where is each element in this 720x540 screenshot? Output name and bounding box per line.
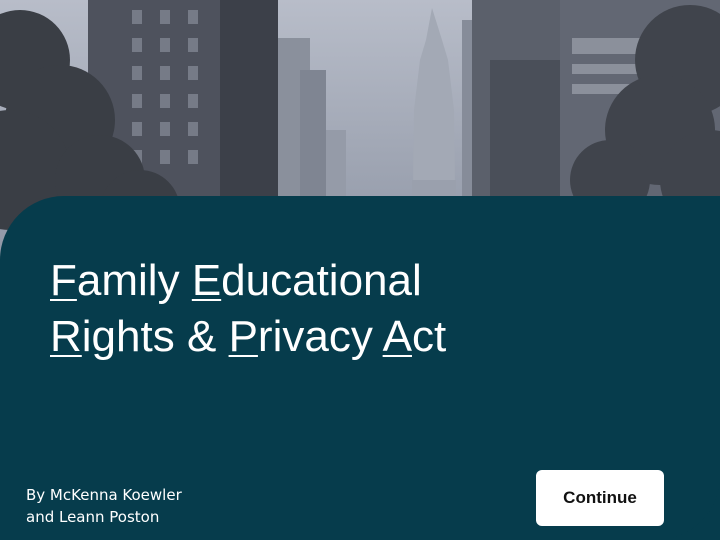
title-word: Act	[373, 312, 447, 361]
title-slide: Family Educational Rights & Privacy Act By M…	[0, 0, 720, 540]
title-word: Privacy	[216, 312, 373, 361]
title-initial: P	[228, 312, 258, 361]
title-initial: F	[50, 256, 77, 305]
title-line-2: Rights & Privacy Act	[50, 309, 446, 365]
title-initial: A	[382, 312, 412, 361]
title-word-rest: ights	[81, 312, 175, 361]
title-word: Educational	[180, 256, 422, 305]
author-byline: By McKenna Koewler and Leann Poston	[26, 484, 182, 528]
title-word-rest: rivacy	[257, 312, 373, 361]
title-word-rest: ct	[411, 312, 447, 361]
title-initial: E	[191, 256, 222, 305]
title-word: Rights	[50, 312, 175, 361]
slide-title: Family Educational Rights & Privacy Act	[50, 253, 446, 365]
continue-button[interactable]: Continue	[536, 470, 664, 526]
title-word: &	[175, 312, 217, 361]
title-initial: R	[50, 312, 82, 361]
byline-line-2: and Leann Poston	[26, 508, 160, 526]
title-line-1: Family Educational	[50, 253, 446, 309]
title-word-rest: amily	[76, 256, 180, 305]
byline-line-1: By McKenna Koewler	[26, 486, 182, 504]
title-word: Family	[50, 256, 180, 305]
title-word-rest: ducational	[221, 256, 422, 305]
title-word-rest: &	[186, 312, 217, 361]
